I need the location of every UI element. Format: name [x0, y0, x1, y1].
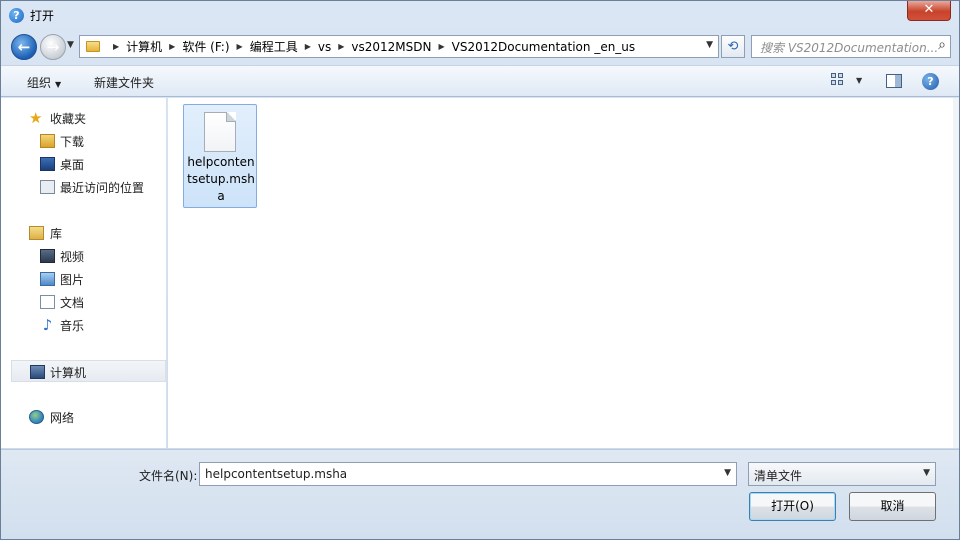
open-file-dialog: ? 打开 ✕ ← → ▼ ▶ 计算机 ▶ 软件 (F:) ▶ 编程工具 ▶ vs…: [0, 0, 960, 540]
sidebar-item-recent-places[interactable]: 最近访问的位置: [1, 176, 167, 198]
chevron-right-icon[interactable]: ▶: [438, 42, 444, 51]
filename-input[interactable]: helpcontentsetup.msha ▼: [199, 462, 737, 486]
sidebar-item-label: 网络: [50, 411, 75, 425]
sidebar-item-libraries[interactable]: 库: [1, 222, 167, 244]
star-icon: ★: [29, 109, 43, 127]
search-placeholder: 搜索 VS2012Documentation...: [760, 41, 939, 55]
breadcrumb-computer[interactable]: 计算机: [126, 38, 162, 55]
file-type-select[interactable]: 清单文件 ▼: [748, 462, 936, 486]
recent-pages-dropdown[interactable]: ▼: [67, 40, 74, 50]
sidebar-item-downloads[interactable]: 下载: [1, 130, 167, 152]
sidebar-item-favorites[interactable]: ★ 收藏夹: [1, 107, 167, 129]
window-title: 打开: [30, 9, 55, 23]
dialog-footer: 文件名(N): helpcontentsetup.msha ▼ 清单文件 ▼ 打…: [1, 449, 959, 539]
sidebar-item-desktop[interactable]: 桌面: [1, 153, 167, 175]
document-icon: [40, 295, 55, 309]
change-view-icon[interactable]: [831, 73, 845, 87]
sidebar-item-documents[interactable]: 文档: [1, 291, 167, 313]
organize-button[interactable]: 组织 ▼: [27, 74, 61, 91]
command-toolbar: 组织 ▼ 新建文件夹 ▼ ?: [1, 65, 959, 97]
sidebar-item-label: 计算机: [50, 366, 87, 380]
open-button[interactable]: 打开(O): [749, 492, 836, 521]
organize-label: 组织: [27, 76, 52, 90]
search-input[interactable]: 搜索 VS2012Documentation... ⌕: [751, 35, 951, 58]
address-bar[interactable]: ▶ 计算机 ▶ 软件 (F:) ▶ 编程工具 ▶ vs ▶ vs2012MSDN…: [79, 35, 719, 58]
sidebar-item-label: 库: [50, 227, 63, 241]
chevron-right-icon[interactable]: ▶: [169, 42, 175, 51]
file-name: helpcontentsetup.msha: [187, 155, 255, 203]
breadcrumb-drive-f[interactable]: 软件 (F:): [182, 38, 229, 55]
new-folder-button[interactable]: 新建文件夹: [94, 74, 154, 91]
folder-icon: [86, 41, 100, 52]
navigation-pane: ★ 收藏夹 下载 桌面 最近访问的位置 库 视频 图片 文档 ♪ 音乐 计算机 …: [1, 98, 167, 448]
filename-label: 文件名(N):: [139, 469, 198, 483]
breadcrumb-vs2012documentation[interactable]: VS2012Documentation _en_us: [452, 40, 636, 54]
sidebar-item-computer[interactable]: 计算机: [11, 360, 166, 382]
sidebar-item-label: 收藏夹: [50, 112, 87, 126]
breadcrumb-vs2012msdn[interactable]: vs2012MSDN: [351, 40, 431, 54]
refresh-button[interactable]: ⟲: [721, 35, 745, 58]
sidebar-item-pictures[interactable]: 图片: [1, 268, 167, 290]
sidebar-item-label: 文档: [60, 296, 85, 310]
computer-icon: [30, 365, 45, 379]
chevron-right-icon[interactable]: ▶: [305, 42, 311, 51]
music-note-icon: ♪: [42, 316, 53, 334]
close-button[interactable]: ✕: [907, 1, 951, 21]
picture-icon: [40, 272, 55, 286]
breadcrumb-vs[interactable]: vs: [318, 40, 331, 54]
cancel-button[interactable]: 取消: [849, 492, 936, 521]
help-question-icon: ?: [9, 8, 24, 23]
network-icon: [29, 410, 44, 424]
chevron-right-icon[interactable]: ▶: [237, 42, 243, 51]
help-icon[interactable]: ?: [922, 73, 939, 90]
file-item[interactable]: helpcontentsetup.msha: [183, 104, 257, 208]
filename-value: helpcontentsetup.msha: [205, 467, 348, 481]
breadcrumb-programming-tools[interactable]: 编程工具: [250, 38, 298, 55]
preview-pane-icon[interactable]: [886, 74, 902, 88]
file-icon: [204, 112, 236, 152]
sidebar-item-network[interactable]: 网络: [1, 406, 167, 428]
file-type-value: 清单文件: [754, 469, 803, 483]
address-dropdown-icon[interactable]: ▼: [706, 40, 713, 50]
desktop-icon: [40, 157, 55, 171]
navigation-bar: ← → ▼ ▶ 计算机 ▶ 软件 (F:) ▶ 编程工具 ▶ vs ▶ vs20…: [1, 31, 959, 63]
sidebar-item-label: 音乐: [60, 319, 85, 333]
sidebar-item-music[interactable]: ♪ 音乐: [1, 314, 167, 336]
chevron-down-icon: ▼: [923, 468, 930, 478]
sidebar-item-label: 下载: [60, 135, 85, 149]
search-icon[interactable]: ⌕: [938, 37, 946, 53]
forward-button[interactable]: →: [40, 34, 66, 60]
chevron-right-icon[interactable]: ▶: [113, 42, 119, 51]
view-options-dropdown-icon[interactable]: ▼: [856, 76, 862, 85]
filename-dropdown-icon[interactable]: ▼: [724, 468, 731, 478]
chevron-down-icon: ▼: [55, 80, 62, 89]
sidebar-item-label: 视频: [60, 250, 85, 264]
file-list: helpcontentsetup.msha: [168, 98, 953, 448]
video-icon: [40, 249, 55, 263]
title-bar: ? 打开 ✕: [1, 1, 959, 31]
sidebar-item-label: 最近访问的位置: [60, 181, 145, 195]
recent-places-icon: [40, 180, 55, 194]
chevron-right-icon[interactable]: ▶: [338, 42, 344, 51]
downloads-folder-icon: [40, 134, 55, 148]
sidebar-item-label: 图片: [60, 273, 85, 287]
back-button[interactable]: ←: [11, 34, 37, 60]
libraries-icon: [29, 226, 44, 240]
sidebar-item-label: 桌面: [60, 158, 85, 172]
sidebar-item-videos[interactable]: 视频: [1, 245, 167, 267]
content-edge: [953, 98, 959, 448]
